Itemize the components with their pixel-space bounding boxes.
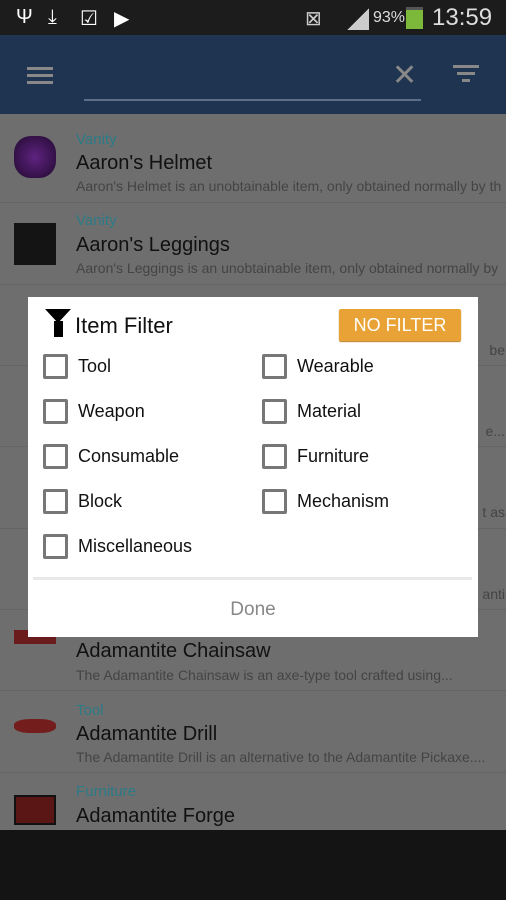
search-input[interactable] [84, 57, 421, 101]
list-item[interactable]: Vanity Aaron's Leggings Aaron's Leggings… [0, 203, 506, 285]
checkbox-block[interactable]: Block [43, 489, 122, 514]
usb-icon: Ψ [16, 6, 33, 28]
item-category: Vanity [76, 212, 117, 229]
signal-icon [347, 8, 369, 30]
list-item[interactable]: Furniture Adamantite Forge [0, 773, 506, 830]
item-title: Adamantite Forge [76, 805, 235, 827]
checkbox-icon[interactable] [262, 354, 287, 379]
option-label: Weapon [78, 401, 145, 421]
checkbox-icon[interactable] [43, 534, 68, 559]
clear-icon[interactable]: ✕ [392, 61, 417, 91]
item-image [14, 795, 56, 825]
item-desc: be [489, 342, 505, 358]
option-label: Miscellaneous [78, 536, 193, 556]
item-desc: The Adamantite Chainsaw is an axe-type t… [76, 667, 453, 683]
list-item[interactable]: Tool Adamantite Drill The Adamantite Dri… [0, 691, 506, 773]
battery-charging-icon [406, 7, 423, 29]
status-bar: Ψ ⤓ ☑ ▶ ⊠ 93% 13:59 [0, 0, 506, 35]
nfc-off-icon: ⊠ [305, 8, 322, 30]
done-button[interactable]: Done [28, 583, 478, 637]
checkbox-icon[interactable] [262, 489, 287, 514]
item-category: Furniture [76, 783, 137, 800]
checkbox-tool[interactable]: Tool [43, 354, 111, 379]
item-image [14, 223, 56, 265]
item-category: Tool [76, 702, 104, 719]
checkbox-mechanism[interactable]: Mechanism [262, 489, 389, 514]
option-label: Wearable [297, 356, 374, 376]
dialog-content: Item Filter NO FILTER Tool Wearable Weap… [33, 297, 472, 580]
item-title: Aaron's Helmet [76, 152, 213, 174]
clipboard-check-icon: ☑ [80, 8, 98, 30]
clock: 13:59 [432, 4, 493, 31]
item-title: Adamantite Chainsaw [76, 640, 271, 662]
checkbox-weapon[interactable]: Weapon [43, 399, 145, 424]
checkbox-wearable[interactable]: Wearable [262, 354, 374, 379]
item-desc: The Adamantite Drill is an alternative t… [76, 749, 486, 765]
download-icon: ⤓ [48, 6, 57, 28]
checkbox-icon[interactable] [262, 399, 287, 424]
funnel-icon-stem [54, 321, 63, 337]
option-label: Tool [78, 356, 112, 376]
option-label: Furniture [297, 446, 370, 466]
item-title: Adamantite Drill [76, 723, 218, 745]
clipboard-play-icon: ▶ [114, 8, 130, 30]
dialog-title: Item Filter [75, 313, 173, 338]
list-item[interactable]: Vanity Aaron's Helmet Aaron's Helmet is … [0, 114, 506, 203]
checkbox-consumable[interactable]: Consumable [43, 444, 179, 469]
checkbox-icon[interactable] [43, 489, 68, 514]
menu-icon[interactable] [27, 67, 53, 84]
item-image [14, 136, 56, 178]
navigation-bar [0, 830, 506, 900]
option-label: Consumable [78, 446, 180, 466]
item-desc: Aaron's Leggings is an unobtainable item… [76, 260, 499, 276]
item-category: Vanity [76, 131, 117, 148]
item-desc: e... [485, 423, 505, 439]
option-label: Mechanism [297, 491, 390, 511]
checkbox-icon[interactable] [262, 444, 287, 469]
item-desc: Aaron's Helmet is an unobtainable item, … [76, 178, 502, 194]
item-image [14, 719, 56, 733]
item-desc: t as [482, 504, 505, 520]
checkbox-furniture[interactable]: Furniture [262, 444, 369, 469]
app-bar: ✕ [0, 35, 506, 114]
item-title: Aaron's Leggings [76, 234, 230, 256]
checkbox-icon[interactable] [43, 354, 68, 379]
filter-icon[interactable] [453, 65, 479, 86]
no-filter-button[interactable]: NO FILTER [339, 309, 461, 341]
item-desc: anti [482, 586, 505, 602]
checkbox-icon[interactable] [43, 399, 68, 424]
option-label: Material [297, 401, 362, 421]
checkbox-material[interactable]: Material [262, 399, 361, 424]
checkbox-miscellaneous[interactable]: Miscellaneous [43, 534, 192, 559]
item-filter-dialog: Item Filter NO FILTER Tool Wearable Weap… [28, 297, 478, 637]
battery-percent: 93% [373, 9, 406, 26]
checkbox-icon[interactable] [43, 444, 68, 469]
option-label: Block [78, 491, 123, 511]
